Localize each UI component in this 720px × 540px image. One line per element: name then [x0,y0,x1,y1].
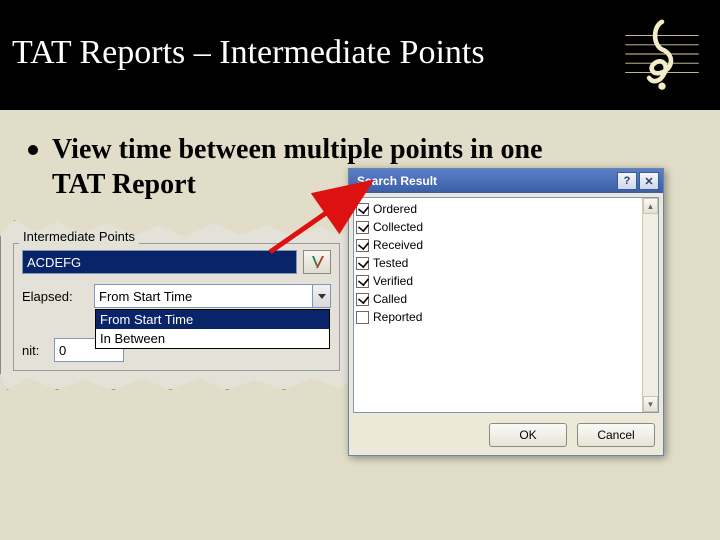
ok-button[interactable]: OK [489,423,567,447]
elapsed-value: From Start Time [99,289,192,304]
scroll-up-icon[interactable]: ▲ [643,198,658,214]
list-item[interactable]: Called [356,290,640,308]
nit-label: nit: [22,343,54,358]
titlebar: Search Result ? ✕ [349,169,663,193]
window-title: Search Result [357,174,615,188]
slide-header: TAT Reports – Intermediate Points [0,0,720,110]
list-item-label: Reported [373,310,422,324]
list-item[interactable]: Tested [356,254,640,272]
checkbox[interactable] [356,257,369,270]
code-value: ACDEFG [23,251,296,273]
picker-button[interactable] [303,250,331,274]
picker-icon [310,256,324,268]
help-button[interactable]: ? [617,172,637,190]
checkbox[interactable] [356,239,369,252]
list-item-label: Called [373,292,407,306]
elapsed-option[interactable]: In Between [96,329,329,348]
checkbox[interactable] [356,275,369,288]
result-list: Ordered Collected Received Tested Verified Ca… [353,197,659,413]
checkbox[interactable] [356,203,369,216]
list-item-label: Verified [373,274,413,288]
close-button[interactable]: ✕ [639,172,659,190]
elapsed-label: Elapsed: [22,289,94,304]
elapsed-dropdown: From Start Time In Between [95,309,330,349]
scroll-down-icon[interactable]: ▼ [643,396,658,412]
code-field[interactable]: ACDEFG [22,250,297,274]
cancel-button[interactable]: Cancel [577,423,655,447]
checkbox[interactable] [356,293,369,306]
treble-clef-logo [616,8,708,100]
list-item-label: Collected [373,220,423,234]
list-item-label: Tested [373,256,408,270]
elapsed-row: Elapsed: From Start Time From Start Time… [22,284,331,308]
checkbox[interactable] [356,221,369,234]
list-item[interactable]: Reported [356,308,640,326]
code-field-row: ACDEFG [22,250,331,274]
list-item[interactable]: Received [356,236,640,254]
group-label: Intermediate Points [19,229,139,244]
list-item[interactable]: Verified [356,272,640,290]
group-box: ACDEFG Elapsed: From Start Time From Sta… [13,243,340,371]
chevron-down-icon[interactable] [312,285,330,307]
button-row: OK Cancel [349,417,663,455]
list-item-label: Received [373,238,423,252]
elapsed-option[interactable]: From Start Time [96,310,329,329]
list-item-label: Ordered [373,202,417,216]
nit-value: 0 [59,343,66,358]
scrollbar[interactable]: ▲ ▼ [642,198,658,412]
bullet-dot-icon [28,145,38,155]
intermediate-points-panel: Intermediate Points ACDEFG Elapsed: From… [0,220,355,390]
elapsed-combo[interactable]: From Start Time From Start Time In Betwe… [94,284,331,308]
search-result-window: Search Result ? ✕ Ordered Collected Receiv… [348,168,664,456]
list-item[interactable]: Ordered [356,200,640,218]
slide-title: TAT Reports – Intermediate Points [12,32,485,75]
list-item[interactable]: Collected [356,218,640,236]
checkbox[interactable] [356,311,369,324]
